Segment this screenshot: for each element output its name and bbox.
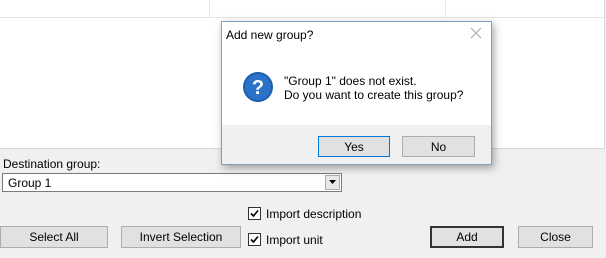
message-line: "Group 1" does not exist.	[284, 74, 417, 88]
no-button[interactable]: No	[402, 136, 475, 157]
import-description-label: Import description	[266, 207, 362, 221]
column-divider[interactable]	[209, 0, 210, 17]
checkmark-icon	[250, 209, 259, 218]
list-header	[0, 0, 604, 18]
dropdown-button[interactable]	[325, 175, 340, 190]
add-group-dialog: Add new group? ? "Group 1" does not exis…	[221, 21, 492, 165]
add-button[interactable]: Add	[430, 226, 504, 248]
import-unit-label: Import unit	[266, 233, 323, 247]
import-unit-checkbox[interactable]	[248, 233, 261, 246]
import-description-checkbox[interactable]	[248, 207, 261, 220]
destination-group-value: Group 1	[8, 176, 52, 190]
destination-group-combobox[interactable]: Group 1	[2, 173, 342, 192]
destination-group-label: Destination group:	[3, 157, 101, 171]
chevron-down-icon	[329, 180, 336, 184]
dialog-footer: Yes No	[222, 125, 491, 164]
invert-selection-button[interactable]: Invert Selection	[121, 226, 241, 248]
message-line: Do you want to create this group?	[284, 88, 464, 102]
dialog-title: Add new group?	[226, 28, 314, 42]
question-icon: ?	[242, 71, 274, 103]
checkmark-icon	[250, 235, 259, 244]
dialog-message: "Group 1" does not exist. Do you want to…	[284, 74, 463, 102]
select-all-button[interactable]: Select All	[0, 226, 108, 248]
svg-text:?: ?	[252, 77, 264, 99]
close-icon[interactable]	[469, 26, 483, 40]
close-button[interactable]: Close	[518, 226, 593, 248]
yes-button[interactable]: Yes	[318, 136, 390, 157]
column-divider[interactable]	[445, 0, 446, 17]
